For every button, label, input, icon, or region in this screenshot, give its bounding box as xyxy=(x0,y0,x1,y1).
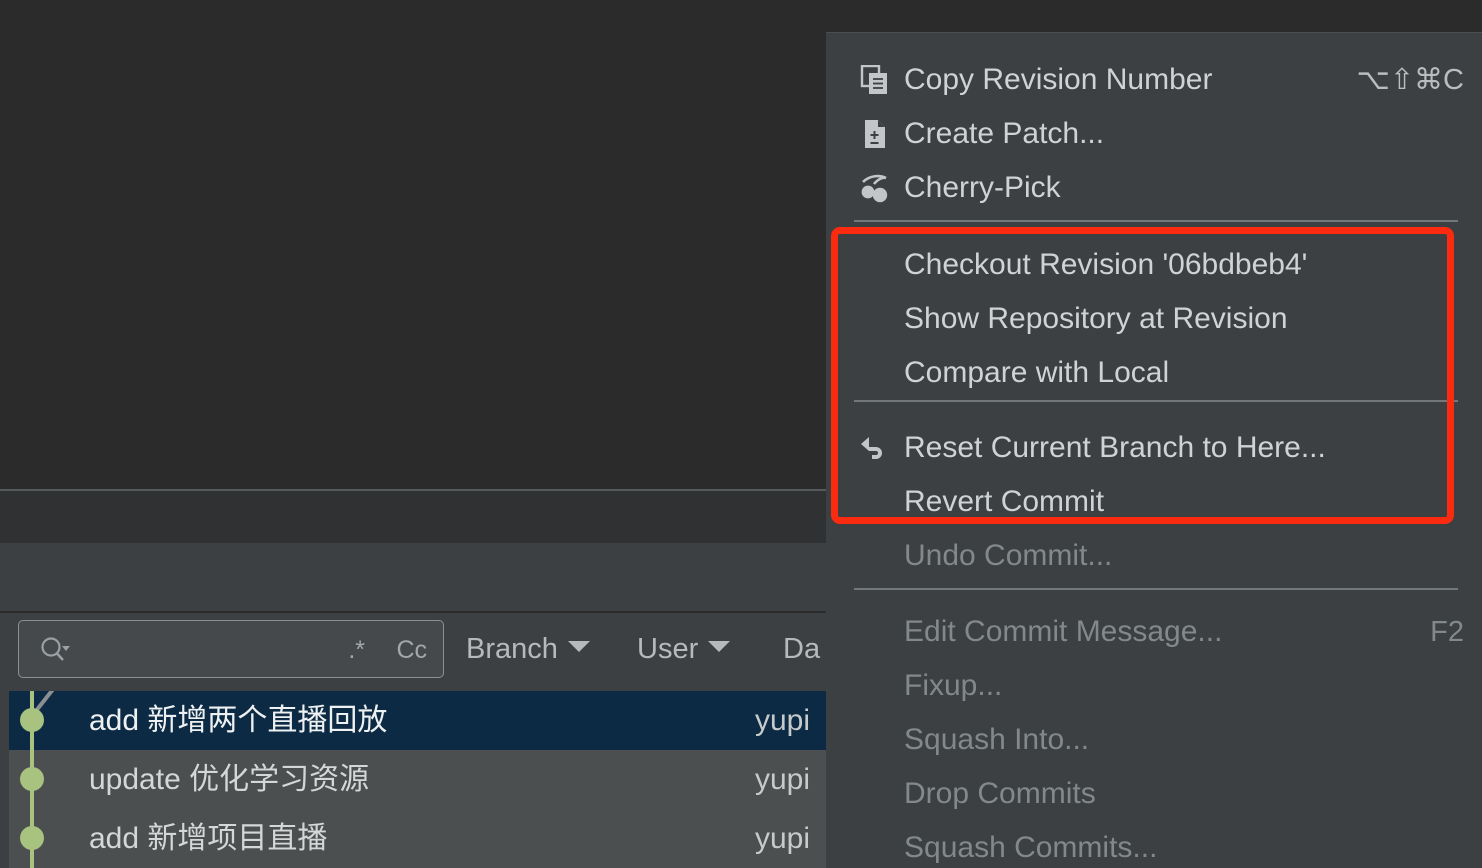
commit-subject: add 新增项目直播 xyxy=(89,822,328,855)
patch-icon xyxy=(858,117,892,151)
filter-branch-dropdown[interactable]: Branch xyxy=(466,627,590,671)
screen-root: .* Cc Branch User Da add 新增两个直播回放 yupi u xyxy=(0,0,1482,868)
menu-item-edit-commit-message: Edit Commit Message... F2 xyxy=(826,605,1482,659)
menu-item-reset-current-branch[interactable]: Reset Current Branch to Here... xyxy=(826,421,1482,475)
menu-item-label: Show Repository at Revision xyxy=(904,302,1288,335)
commit-graph-node xyxy=(9,750,89,809)
filter-date-dropdown[interactable]: Da xyxy=(783,627,820,671)
menu-separator xyxy=(854,400,1458,402)
menu-separator xyxy=(854,588,1458,590)
commit-author: yupi xyxy=(754,822,810,855)
commit-subject: update 优化学习资源 xyxy=(89,763,370,796)
menu-item-shortcut: ⌥⇧⌘C xyxy=(1356,64,1464,96)
menu-item-label: Copy Revision Number xyxy=(904,63,1213,96)
menu-item-label: Checkout Revision '06bdbeb4' xyxy=(904,248,1308,281)
menu-item-label: Undo Commit... xyxy=(904,539,1113,572)
menu-item-label: Create Patch... xyxy=(904,117,1105,150)
menu-item-fixup: Fixup... xyxy=(826,659,1482,713)
menu-item-checkout-revision[interactable]: Checkout Revision '06bdbeb4' xyxy=(826,238,1482,292)
filter-user-label: User xyxy=(637,633,699,665)
menu-item-revert-commit[interactable]: Revert Commit xyxy=(826,475,1482,529)
undo-icon xyxy=(858,431,892,465)
chevron-down-icon xyxy=(567,641,590,652)
menu-item-show-repository-at-revision[interactable]: Show Repository at Revision xyxy=(826,292,1482,346)
menu-item-label: Cherry-Pick xyxy=(904,171,1061,204)
menu-item-compare-with-local[interactable]: Compare with Local xyxy=(826,346,1482,400)
copy-icon xyxy=(858,63,892,97)
editor-area xyxy=(0,0,826,489)
table-row[interactable]: add 新增两个直播回放 yupi xyxy=(9,686,826,750)
menu-item-label: Edit Commit Message... xyxy=(904,615,1223,648)
menu-item-label: Squash Into... xyxy=(904,723,1090,756)
menu-item-label: Drop Commits xyxy=(904,777,1096,810)
commit-graph-node xyxy=(9,809,89,868)
menu-separator xyxy=(854,220,1458,222)
search-field-container[interactable]: .* Cc xyxy=(18,620,444,679)
regex-toggle-icon[interactable]: .* xyxy=(348,635,365,665)
chevron-down-icon xyxy=(708,641,731,652)
log-left-gutter xyxy=(0,613,9,868)
match-case-toggle[interactable]: Cc xyxy=(396,635,427,665)
search-icon[interactable] xyxy=(37,634,71,668)
menu-item-label: Compare with Local xyxy=(904,356,1170,389)
menu-item-drop-commits: Drop Commits xyxy=(826,767,1482,821)
commit-author: yupi xyxy=(754,763,810,796)
filter-user-dropdown[interactable]: User xyxy=(637,627,731,671)
menu-item-undo-commit: Undo Commit... xyxy=(826,529,1482,583)
menu-item-label: Fixup... xyxy=(904,669,1003,702)
menu-item-label: Squash Commits... xyxy=(904,831,1158,864)
menu-item-copy-revision-number[interactable]: Copy Revision Number ⌥⇧⌘C xyxy=(826,53,1482,107)
menu-item-label: Reset Current Branch to Here... xyxy=(904,431,1326,464)
commit-context-menu: Copy Revision Number ⌥⇧⌘C Create Patch..… xyxy=(826,32,1482,868)
menu-item-label: Revert Commit xyxy=(904,485,1105,518)
table-row[interactable]: add 新增项目直播 yupi xyxy=(9,809,826,868)
log-tab-strip xyxy=(0,491,826,543)
menu-item-create-patch[interactable]: Create Patch... xyxy=(826,107,1482,161)
log-toolbar xyxy=(0,543,826,611)
search-input[interactable] xyxy=(79,621,293,679)
cherry-icon xyxy=(858,171,892,205)
commit-author: yupi xyxy=(754,704,810,737)
menu-item-squash-commits: Squash Commits... xyxy=(826,821,1482,868)
menu-item-shortcut: F2 xyxy=(1430,616,1464,648)
commit-subject: add 新增两个直播回放 xyxy=(89,704,388,737)
menu-item-cherry-pick[interactable]: Cherry-Pick xyxy=(826,161,1482,215)
menu-item-squash-into: Squash Into... xyxy=(826,713,1482,767)
filter-date-label: Da xyxy=(783,633,821,665)
commit-graph-node xyxy=(9,686,89,750)
filter-branch-label: Branch xyxy=(466,633,558,665)
table-row[interactable]: update 优化学习资源 yupi xyxy=(9,750,826,809)
